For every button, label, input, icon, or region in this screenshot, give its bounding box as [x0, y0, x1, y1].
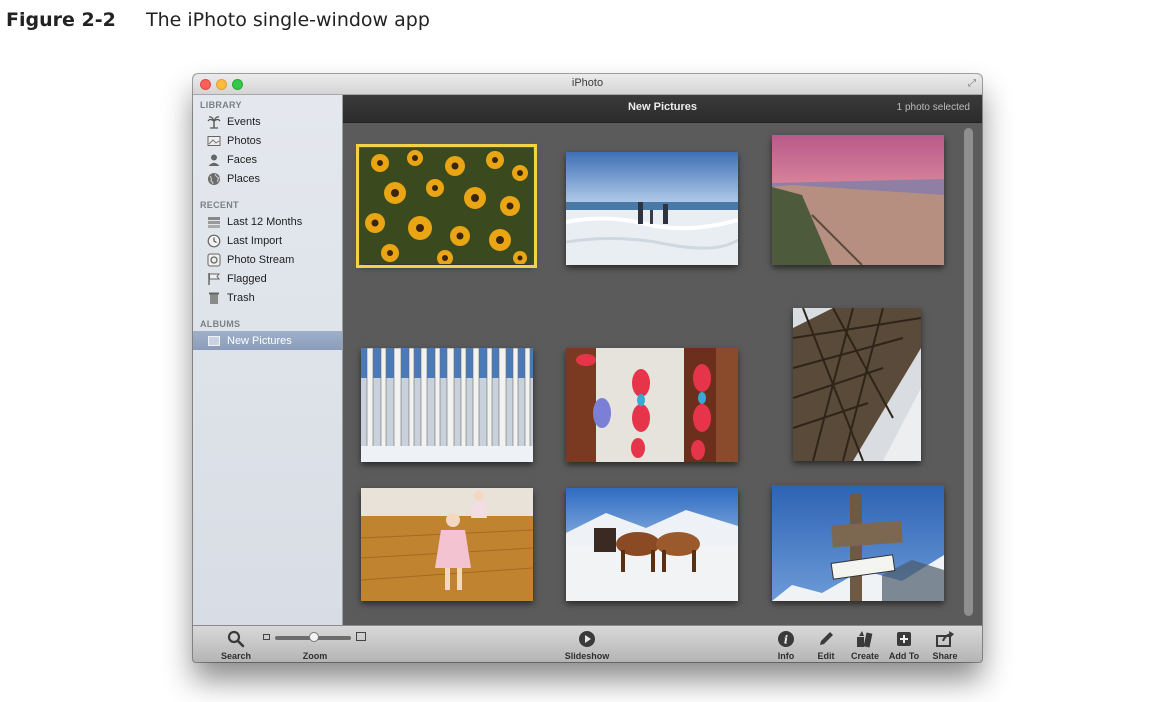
photo-thumbnail-sunset-beach[interactable] [772, 135, 944, 265]
zoom-label: Zoom [302, 651, 328, 661]
recent-heading: RECENT [200, 200, 239, 210]
create-button[interactable]: Create [847, 626, 883, 662]
library-heading: LIBRARY [200, 100, 242, 110]
info-label: Info [777, 651, 795, 661]
sidebar-item-new-pictures[interactable]: New Pictures [193, 331, 342, 350]
vertical-scrollbar[interactable] [964, 128, 973, 616]
person-icon [207, 153, 221, 167]
sidebar-item-label: Places [227, 172, 261, 185]
albums-heading: ALBUMS [200, 319, 241, 329]
title-bar[interactable]: iPhoto ⤢ [193, 74, 982, 95]
sidebar-item-photo-stream[interactable]: Photo Stream [193, 250, 342, 269]
zoom-out-icon[interactable] [263, 634, 270, 640]
edit-button[interactable]: Edit [811, 626, 841, 662]
selection-status: 1 photo selected [896, 102, 970, 113]
photo-stream-icon [207, 253, 221, 267]
figure-caption: Figure 2-2 The iPhoto single-window app [6, 6, 430, 34]
share-button[interactable]: Share [927, 626, 963, 662]
window-title: iPhoto [571, 77, 604, 89]
zoom-in-icon[interactable] [356, 632, 366, 641]
sidebar-item-label: New Pictures [227, 334, 292, 347]
photo-thumbnail-horse-sleigh[interactable] [566, 488, 738, 601]
create-icon [855, 626, 875, 648]
slideshow-label: Slideshow [564, 651, 610, 661]
zoom-control: Zoom [293, 626, 337, 662]
photo-thumbnail-ride-with-boudy-sign[interactable] [772, 485, 944, 601]
sidebar-item-last-12-months[interactable]: Last 12 Months [193, 212, 342, 231]
slideshow-button[interactable]: Slideshow [557, 626, 617, 662]
share-icon [935, 626, 955, 648]
search-icon [227, 626, 245, 648]
sidebar-item-label: Last Import [227, 234, 283, 247]
info-icon: i [777, 626, 795, 648]
info-button[interactable]: i Info [771, 626, 801, 662]
edit-label: Edit [817, 651, 835, 661]
sidebar-item-last-import[interactable]: Last Import [193, 231, 342, 250]
figure-number: Figure 2-2 [6, 9, 116, 31]
photo-icon [207, 134, 221, 148]
sidebar-item-label: Faces [227, 153, 257, 166]
search-button[interactable]: Search [218, 626, 254, 662]
sidebar-item-trash[interactable]: Trash [193, 288, 342, 307]
play-icon [578, 626, 596, 648]
svg-text:i: i [784, 634, 788, 647]
sidebar-item-flagged[interactable]: Flagged [193, 269, 342, 288]
clock-icon [207, 234, 221, 248]
trash-icon [207, 291, 221, 305]
album-title: New Pictures [627, 101, 698, 113]
add-to-button[interactable]: Add To [885, 626, 923, 662]
plus-square-icon [895, 626, 913, 648]
photo-thumbnail-sunflowers[interactable] [356, 144, 537, 268]
photo-browser: New Pictures 1 photo selected [343, 95, 982, 625]
fullscreen-icon[interactable]: ⤢ [968, 78, 976, 89]
sidebar-item-events[interactable]: Events [193, 112, 342, 131]
sidebar: LIBRARY Events Photos Faces Places RECEN… [193, 95, 343, 625]
pencil-icon [817, 626, 835, 648]
calendar-stack-icon [207, 215, 221, 229]
photo-thumbnail-eiffel-tower[interactable] [793, 308, 921, 461]
photo-thumbnail-beach-family[interactable] [566, 152, 738, 265]
palm-tree-icon [207, 115, 221, 129]
sidebar-item-faces[interactable]: Faces [193, 150, 342, 169]
sidebar-item-places[interactable]: Places [193, 169, 342, 188]
sidebar-item-label: Events [227, 115, 261, 128]
bottom-toolbar: Search Zoom Slideshow i Info Edit Create… [193, 625, 982, 662]
globe-icon [207, 172, 221, 186]
add-to-label: Add To [888, 651, 920, 661]
sidebar-item-photos[interactable]: Photos [193, 131, 342, 150]
search-label: Search [220, 651, 252, 661]
create-label: Create [850, 651, 879, 661]
sidebar-item-label: Photos [227, 134, 262, 147]
iphoto-window: iPhoto ⤢ LIBRARY Events Photos Faces Pla… [193, 74, 982, 662]
flag-icon [207, 272, 221, 286]
album-header: New Pictures 1 photo selected [343, 95, 982, 123]
photo-thumbnail-fish-decorations[interactable] [566, 348, 738, 462]
scrollbar-thumb[interactable] [964, 128, 973, 616]
sidebar-item-label: Trash [227, 291, 255, 304]
photo-thumbnail-girl-dancing[interactable] [361, 488, 533, 601]
album-icon [207, 334, 221, 348]
figure-title: The iPhoto single-window app [146, 9, 430, 31]
sidebar-item-label: Photo Stream [227, 253, 295, 266]
share-label: Share [932, 651, 958, 661]
sidebar-item-label: Flagged [227, 272, 267, 285]
sidebar-item-label: Last 12 Months [227, 215, 303, 228]
photo-thumbnail-aspen-trees[interactable] [361, 348, 533, 462]
